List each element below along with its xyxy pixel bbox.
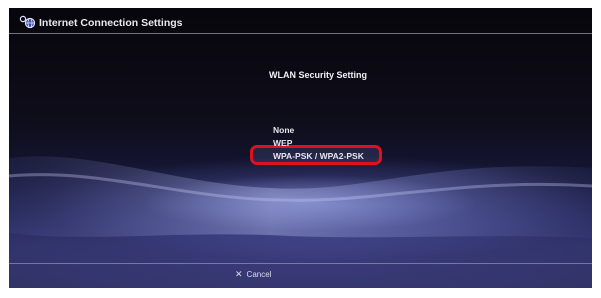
cross-button-icon: ✕: [235, 268, 243, 279]
option-wep[interactable]: WEP: [273, 138, 292, 148]
option-none[interactable]: None: [273, 125, 294, 135]
cancel-button[interactable]: ✕ Cancel: [235, 268, 271, 280]
footer-divider: [9, 263, 592, 264]
page-heading: WLAN Security Setting: [269, 70, 368, 80]
cancel-label: Cancel: [246, 269, 272, 279]
ps3-screen: Internet Connection Settings WLAN Securi…: [9, 8, 592, 288]
network-settings-icon: [19, 15, 36, 29]
option-wpa-psk-wpa2-psk[interactable]: WPA-PSK / WPA2-PSK: [273, 151, 364, 161]
window-title: Internet Connection Settings: [39, 17, 183, 29]
header-bar: Internet Connection Settings: [9, 8, 592, 34]
header-divider: [9, 33, 592, 34]
